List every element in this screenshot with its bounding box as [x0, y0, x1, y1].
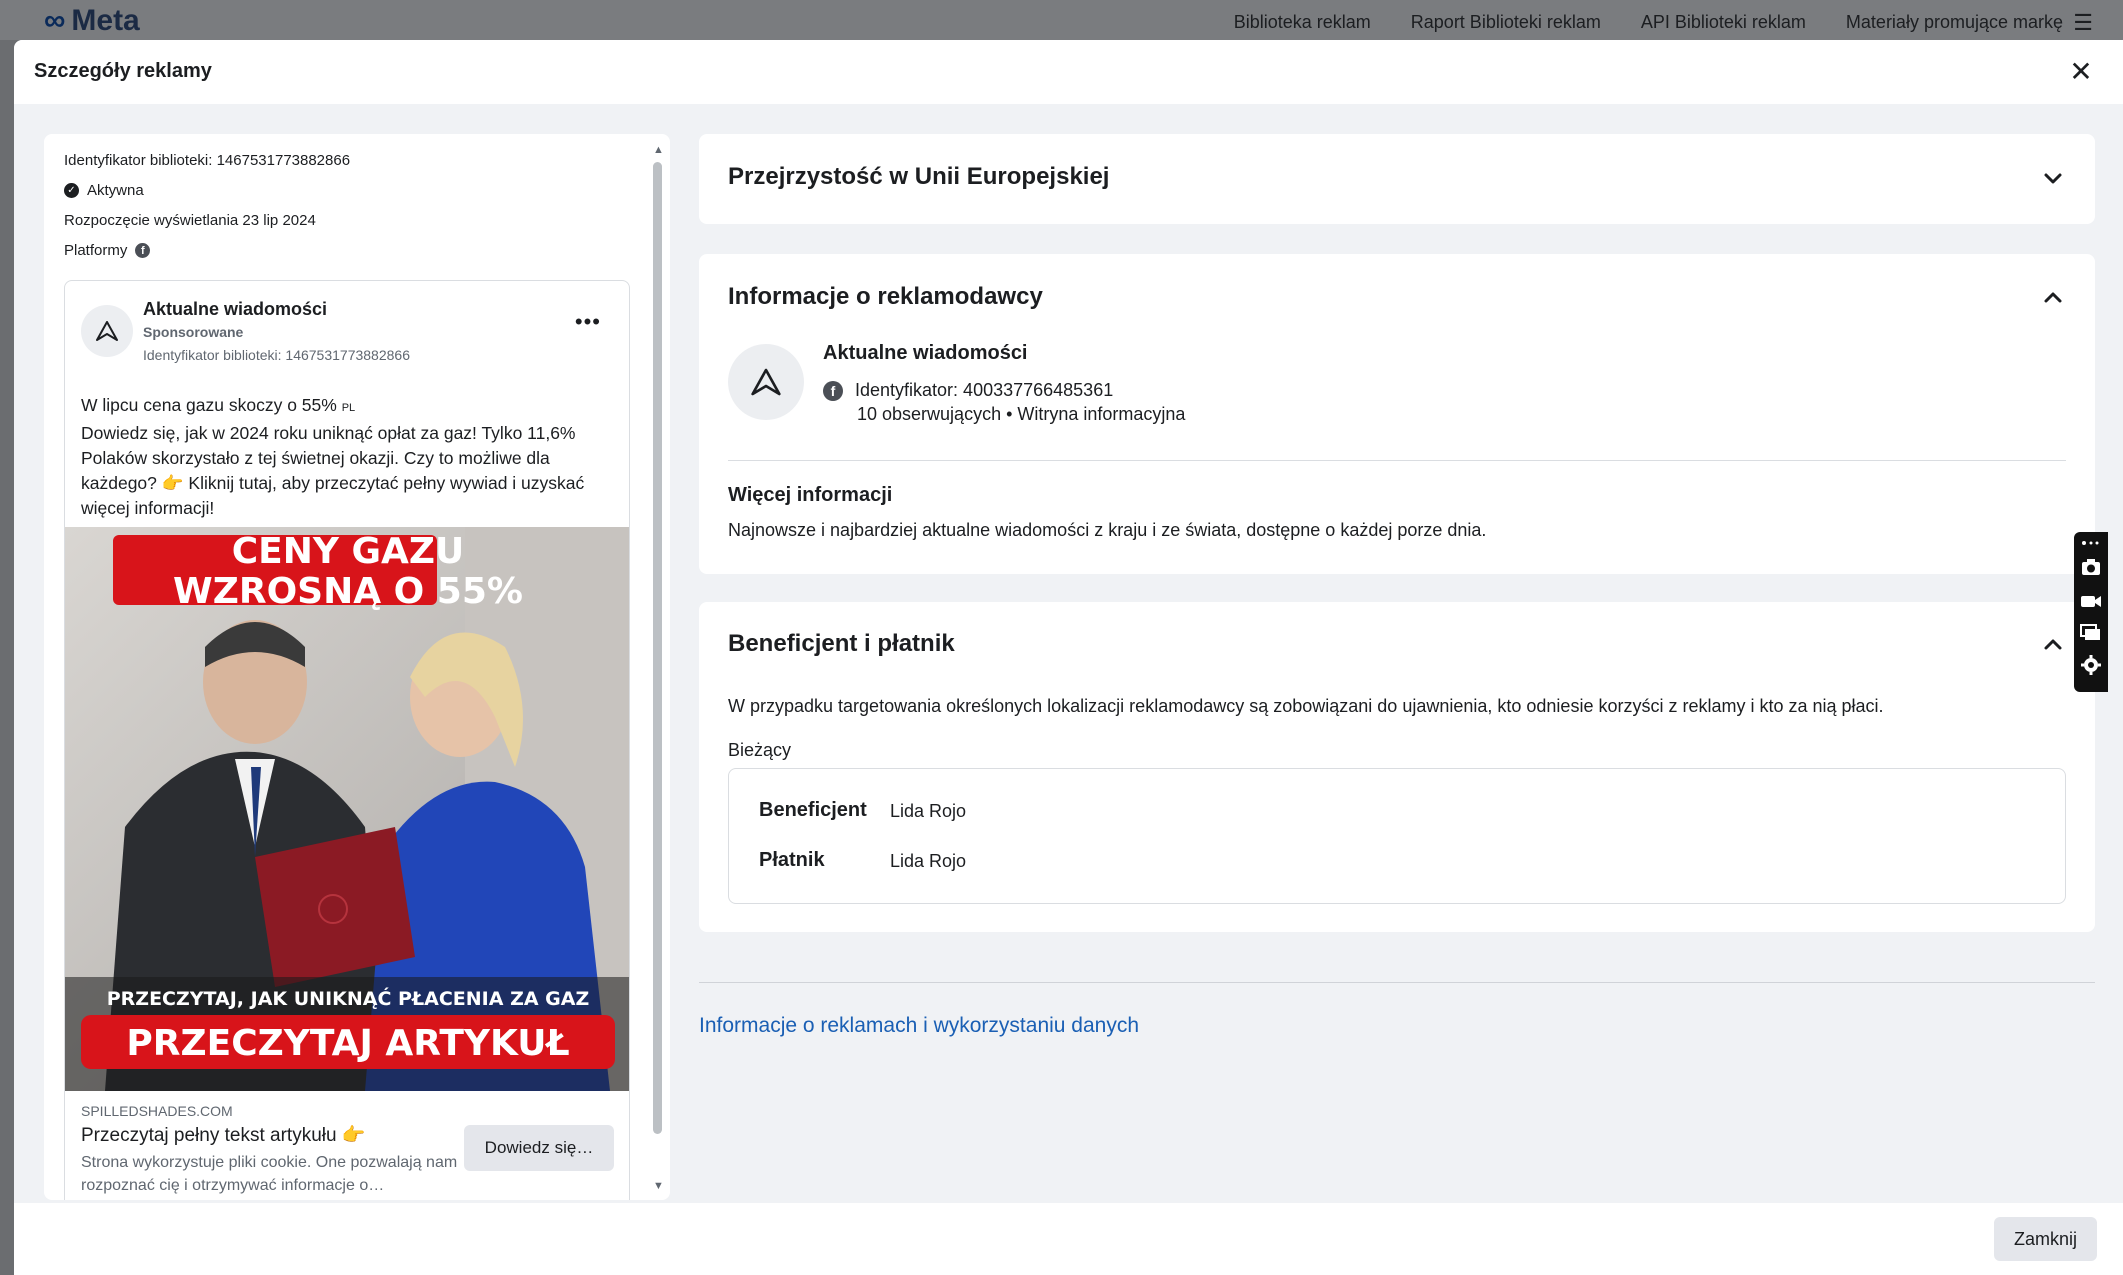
ad-library-id: Identyfikator biblioteki: 14675317738828…: [143, 347, 410, 363]
check-circle-icon: ✓: [64, 183, 79, 198]
modal-title: Szczegóły reklamy: [34, 60, 212, 82]
platforms-label: Platformy: [64, 242, 128, 259]
ad-image[interactable]: CENY GAZU WZROSNĄ O 55% PRZECZYTAJ, JAK …: [65, 527, 629, 1091]
platforms-line: Platformy f: [64, 242, 151, 259]
meta-logo-text: Meta: [71, 4, 140, 37]
status-text: Aktywna: [87, 182, 144, 199]
advertiser-section: Informacje o reklamodawcy Aktualne wiado…: [699, 254, 2095, 574]
nav-brand-materials[interactable]: Materiały promujące markę: [1846, 12, 2063, 33]
chevron-down-icon[interactable]: [2041, 167, 2065, 191]
current-label: Bieżący: [728, 740, 792, 760]
avatar[interactable]: [81, 305, 133, 357]
nav-ad-library[interactable]: Biblioteka reklam: [1234, 12, 1371, 33]
beneficiary-key: Beneficjent: [759, 799, 867, 821]
flag-label: PL: [341, 402, 356, 414]
eu-transparency-section[interactable]: Przejrzystość w Unii Europejskiej: [699, 134, 2095, 224]
nav-ad-library-api[interactable]: API Biblioteki reklam: [1641, 12, 1806, 33]
link-description: Strona wykorzystuje pliki cookie. One po…: [81, 1154, 458, 1194]
ad-image-graphic: CENY GAZU WZROSNĄ O 55% PRZECZYTAJ, JAK …: [65, 527, 629, 1091]
advertiser-id: Identyfikator: 400337766485361: [855, 380, 1114, 400]
library-id: Identyfikator biblioteki: 14675317738828…: [64, 152, 351, 169]
headline-line2: WZROSNĄ O 55%: [173, 571, 523, 612]
gear-icon[interactable]: [2080, 654, 2102, 676]
scroll-down-icon[interactable]: ▼: [653, 1180, 664, 1192]
windows-icon[interactable]: [2080, 622, 2102, 644]
video-camera-icon[interactable]: [2080, 590, 2102, 612]
arrow-logo-icon: [96, 321, 118, 341]
beneficiary-title: Beneficjent i płatnik: [728, 630, 955, 657]
divider: [699, 982, 2095, 983]
meta-infinity-icon: ∞: [44, 4, 66, 37]
ad-body-text: W lipcu cena gazu skoczy o 55% PL Dowied…: [81, 393, 611, 521]
link-icon[interactable]: [2080, 536, 2102, 550]
image-subline: PRZECZYTAJ, JAK UNIKNĄĆ PŁACENIA ZA GAZ: [107, 986, 590, 1010]
start-date: Rozpoczęcie wyświetlania 23 lip 2024: [64, 212, 316, 229]
ads-data-info-link[interactable]: Informacje o reklamach i wykorzystaniu d…: [699, 1014, 1139, 1038]
eu-transparency-title: Przejrzystość w Unii Europejskiej: [728, 163, 1110, 190]
meta-logo: ∞ Meta: [44, 4, 140, 37]
beneficiary-section: Beneficjent i płatnik W przypadku target…: [699, 602, 2095, 932]
close-button[interactable]: Zamknij: [1993, 1217, 2097, 1261]
sponsored-label: Sponsorowane: [143, 324, 244, 340]
more-info-title: Więcej informacji: [728, 484, 893, 506]
background-header: ∞ Meta Biblioteka reklam Raport Bibliote…: [0, 0, 2123, 40]
beneficiary-table: Beneficjent Lida Rojo Płatnik Lida Rojo: [728, 768, 2066, 904]
advertiser-name[interactable]: Aktualne wiadomości: [823, 342, 1028, 365]
facebook-icon: f: [135, 243, 151, 258]
more-options-icon[interactable]: •••: [575, 309, 601, 335]
background-nav: Biblioteka reklam Raport Biblioteki rekl…: [1234, 12, 2063, 33]
camera-icon[interactable]: [2080, 556, 2102, 578]
advertiser-followers: 10 obserwujących • Witryna informacyjna: [857, 404, 1186, 424]
link-domain: SPILLEDSHADES.COM: [81, 1103, 233, 1119]
avatar[interactable]: [728, 344, 804, 420]
modal-header: Szczegóły reklamy ✕: [14, 40, 2123, 104]
nav-ad-library-report[interactable]: Raport Biblioteki reklam: [1411, 12, 1601, 33]
arrow-logo-icon: [751, 368, 781, 396]
payer-key: Płatnik: [759, 849, 825, 871]
divider: [728, 460, 2066, 461]
scroll-up-icon[interactable]: ▲: [653, 144, 664, 156]
beneficiary-value: Lida Rojo: [890, 801, 967, 821]
chevron-up-icon[interactable]: [2041, 632, 2065, 656]
headline-line1: CENY GAZU: [232, 531, 465, 572]
advertiser-id-line: f Identyfikator: 400337766485361: [823, 380, 1113, 401]
ad-body-line1: W lipcu cena gazu skoczy o 55%: [81, 395, 337, 415]
more-info-text: Najnowsze i najbardziej aktualne wiadomo…: [728, 520, 1487, 540]
scrollbar-thumb[interactable]: [653, 162, 662, 1134]
modal-footer: Zamknij: [14, 1203, 2123, 1275]
ad-page-name[interactable]: Aktualne wiadomości: [143, 299, 327, 320]
close-icon[interactable]: ✕: [2063, 54, 2099, 90]
facebook-icon: f: [823, 380, 843, 401]
floating-toolbar: [2074, 532, 2108, 692]
scrollbar[interactable]: ▲ ▼: [650, 144, 664, 1194]
ad-body-rest: Dowiedz się, jak w 2024 roku uniknąć opł…: [81, 423, 585, 518]
advertiser-title: Informacje o reklamodawcy: [728, 283, 1043, 310]
chevron-up-icon[interactable]: [2041, 285, 2065, 309]
ad-details-modal: Szczegóły reklamy ✕ Identyfikator biblio…: [14, 40, 2123, 1275]
payer-value: Lida Rojo: [890, 851, 967, 871]
beneficiary-description: W przypadku targetowania określonych lok…: [728, 696, 1884, 716]
menu-icon[interactable]: ☰: [2073, 10, 2093, 36]
learn-more-button[interactable]: Dowiedz się…: [464, 1125, 614, 1171]
ad-preview-panel: Identyfikator biblioteki: 14675317738828…: [44, 134, 670, 1200]
status-line: ✓ Aktywna: [64, 182, 144, 199]
link-title[interactable]: Przeczytaj pełny tekst artykułu 👉: [81, 1123, 365, 1147]
image-cta-text: PRZECZYTAJ ARTYKUŁ: [126, 1023, 569, 1064]
ad-creative: Aktualne wiadomości Sponsorowane Identyf…: [64, 280, 630, 1200]
